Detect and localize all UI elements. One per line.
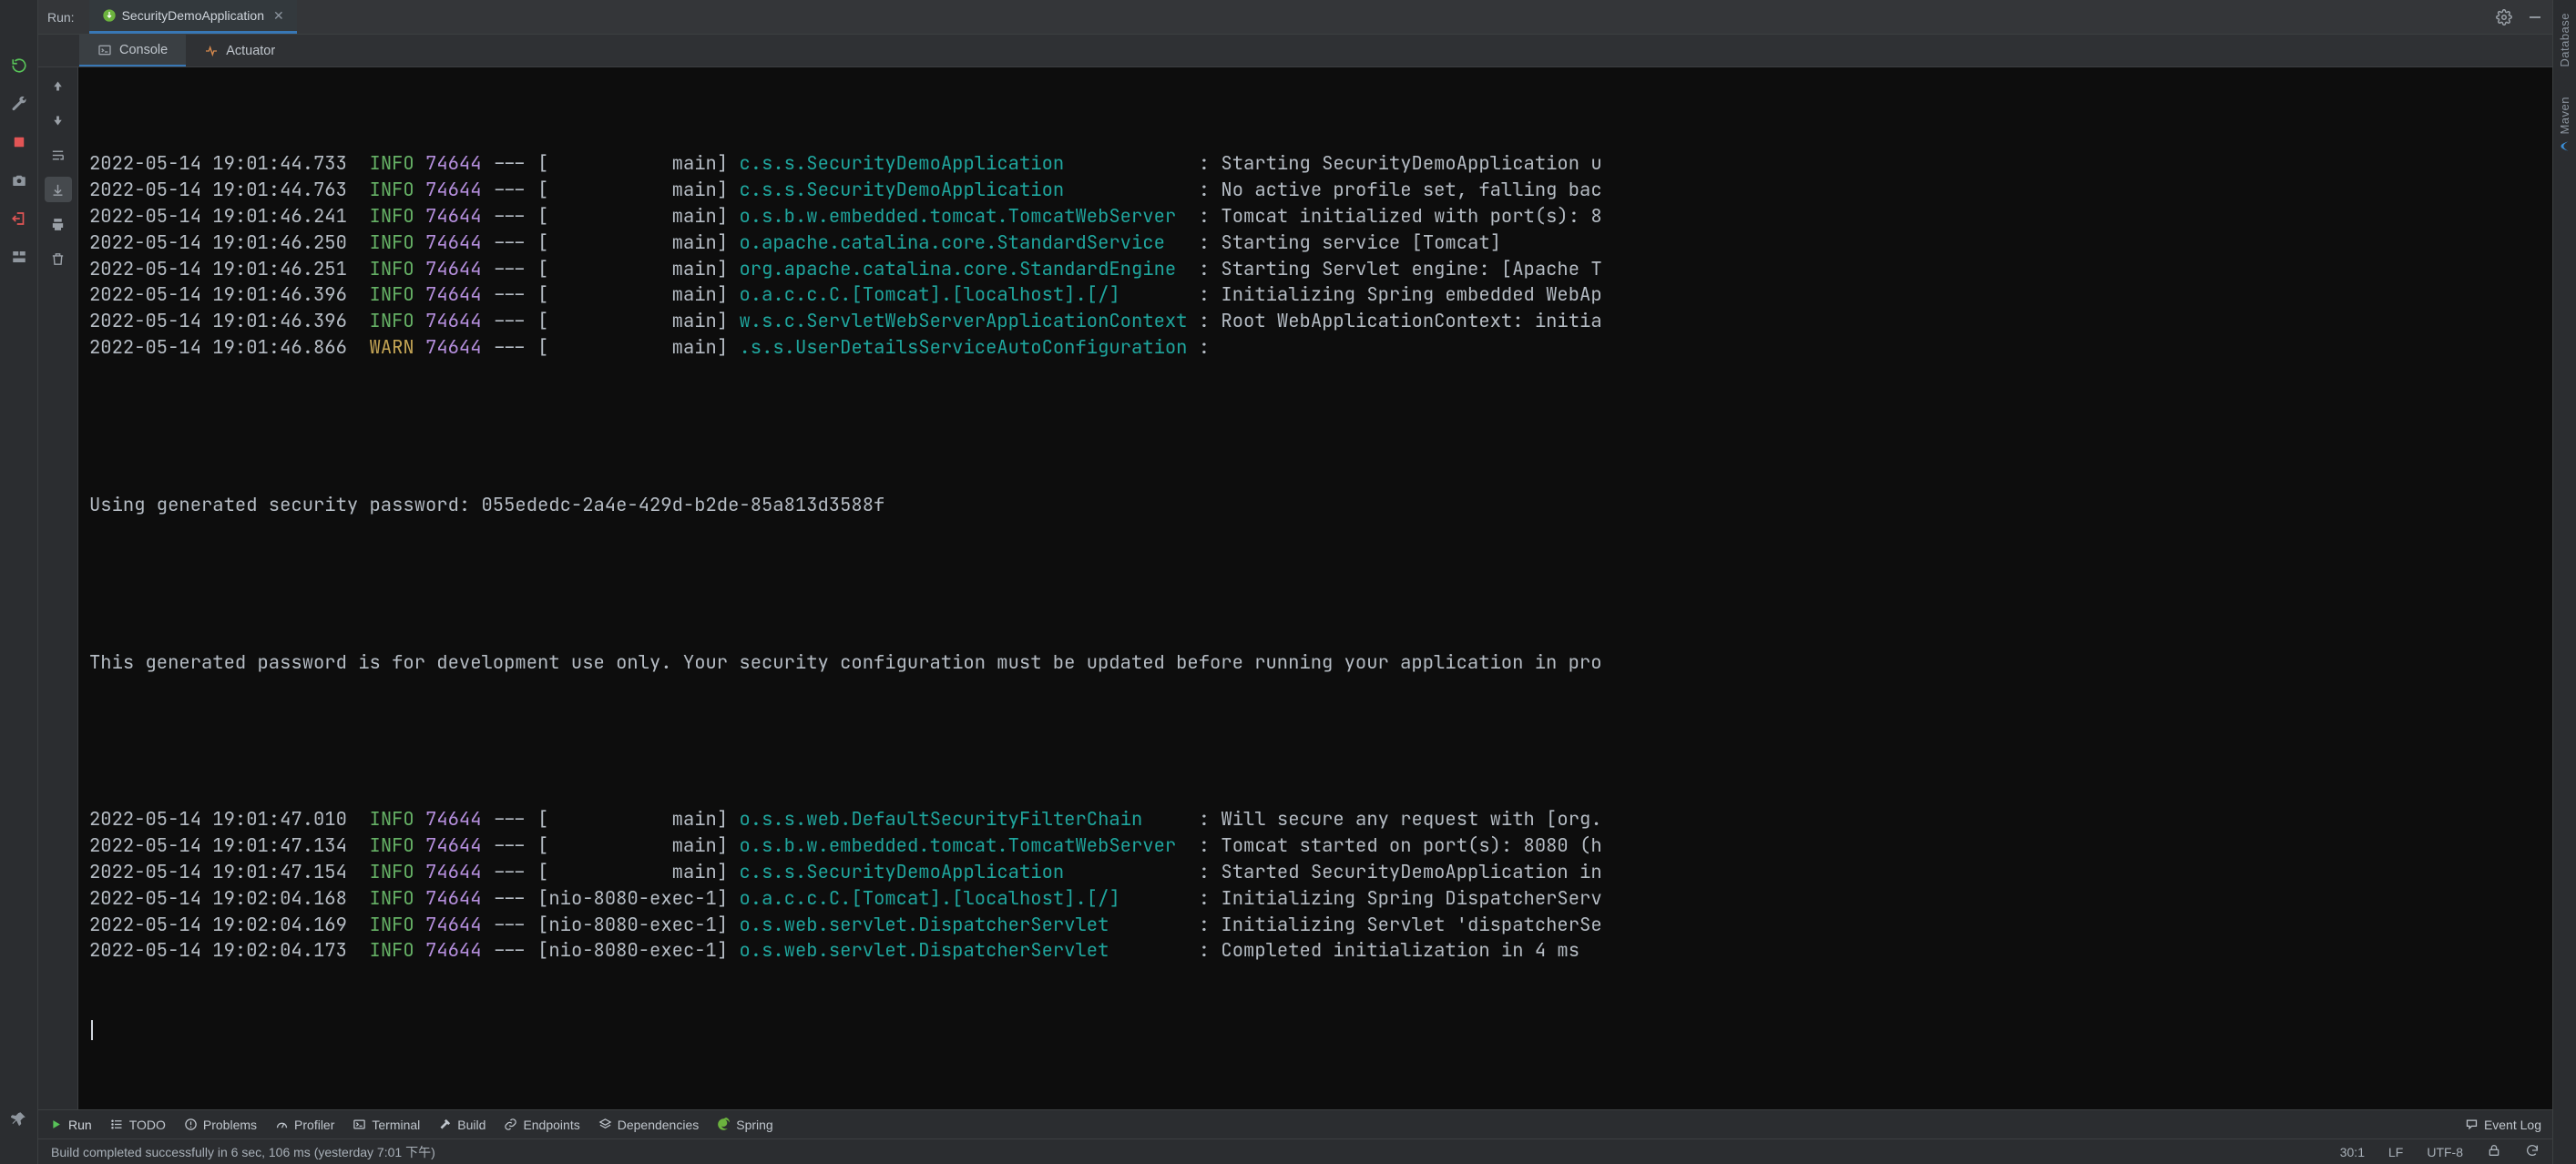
log-line: 2022-05-14 19:02:04.169 INFO 74644 --- [… — [89, 913, 2552, 939]
sidetab-database[interactable]: Database — [2556, 7, 2573, 73]
console-action-gutter — [38, 67, 78, 1109]
log-line: 2022-05-14 19:01:47.010 INFO 74644 --- [… — [89, 807, 2552, 833]
scroll-down-icon[interactable] — [45, 107, 72, 133]
bottom-toolwindow-bar: Run TODO Problems Profiler Terminal Buil… — [38, 1109, 2552, 1138]
log-line: 2022-05-14 19:02:04.168 INFO 74644 --- [… — [89, 886, 2552, 913]
toolwindow-profiler[interactable]: Profiler — [275, 1118, 334, 1132]
log-line: 2022-05-14 19:01:46.396 INFO 74644 --- [… — [89, 282, 2552, 309]
tab-console-label: Console — [119, 43, 168, 57]
run-toolbar: Run: SecurityDemoApplication ✕ — [38, 0, 2552, 35]
console-workarea: 2022-05-14 19:01:44.733 INFO 74644 --- [… — [38, 67, 2552, 1109]
line-separator[interactable]: LF — [2385, 1145, 2407, 1159]
spring-boot-icon — [102, 8, 117, 23]
run-config-name: SecurityDemoApplication — [122, 8, 264, 23]
layers-icon — [598, 1118, 612, 1131]
scroll-up-icon[interactable] — [45, 73, 72, 98]
output-tab-row: Console Actuator — [38, 35, 2552, 67]
log-line: 2022-05-14 19:01:46.396 INFO 74644 --- [… — [89, 309, 2552, 335]
warning-icon — [184, 1118, 198, 1131]
terminal-icon — [353, 1118, 366, 1131]
clear-icon[interactable] — [45, 246, 72, 271]
text-caret — [91, 1020, 93, 1040]
exit-icon[interactable] — [6, 206, 32, 231]
minimize-icon[interactable] — [2527, 9, 2543, 26]
status-message: Build completed successfully in 6 sec, 1… — [47, 1143, 439, 1161]
tab-actuator-label: Actuator — [226, 44, 275, 58]
link-icon — [504, 1118, 517, 1131]
camera-icon[interactable] — [6, 168, 32, 193]
log-line: 2022-05-14 19:01:46.251 INFO 74644 --- [… — [89, 257, 2552, 283]
tab-console[interactable]: Console — [79, 35, 186, 66]
right-tool-gutter: Database Maven — [2552, 0, 2576, 1164]
list-icon — [110, 1118, 124, 1131]
actuator-icon — [204, 44, 219, 58]
log-line: 2022-05-14 19:01:44.763 INFO 74644 --- [… — [89, 178, 2552, 204]
rerun-button[interactable] — [6, 53, 32, 78]
log-line: 2022-05-14 19:01:47.154 INFO 74644 --- [… — [89, 860, 2552, 886]
toolwindow-problems[interactable]: Problems — [184, 1118, 257, 1132]
gauge-icon — [275, 1118, 289, 1131]
wrench-icon[interactable] — [6, 91, 32, 117]
sidetab-maven[interactable]: Maven — [2556, 91, 2573, 158]
spring-icon — [717, 1118, 731, 1131]
hammer-icon — [438, 1118, 452, 1131]
run-label: Run: — [47, 10, 75, 25]
toolwindow-terminal[interactable]: Terminal — [353, 1118, 420, 1132]
scroll-to-end-icon[interactable] — [45, 177, 72, 202]
toolwindow-dependencies[interactable]: Dependencies — [598, 1118, 700, 1132]
pin-icon[interactable] — [6, 1106, 32, 1131]
event-log[interactable]: Event Log — [2465, 1118, 2541, 1132]
password-prefix: Using generated security password: — [89, 493, 482, 517]
caret-position[interactable]: 30:1 — [2336, 1145, 2368, 1159]
play-icon — [49, 1118, 63, 1131]
stop-button[interactable] — [6, 129, 32, 155]
log-line: 2022-05-14 19:01:46.866 WARN 74644 --- [… — [89, 335, 2552, 362]
toolwindow-endpoints[interactable]: Endpoints — [504, 1118, 579, 1132]
settings-icon[interactable] — [2496, 9, 2512, 26]
soft-wrap-icon[interactable] — [45, 142, 72, 168]
print-icon[interactable] — [45, 211, 72, 237]
layout-icon[interactable] — [6, 244, 32, 270]
file-encoding[interactable]: UTF-8 — [2423, 1145, 2467, 1159]
log-line: 2022-05-14 19:01:44.733 INFO 74644 --- [… — [89, 151, 2552, 178]
dev-notice-line: This generated password is for developme… — [89, 650, 2552, 677]
balloon-icon — [2465, 1118, 2479, 1131]
toolwindow-spring[interactable]: Spring — [717, 1118, 772, 1132]
toolwindow-run[interactable]: Run — [49, 1118, 92, 1132]
run-toolbar-actions — [2496, 9, 2543, 26]
console-icon — [97, 43, 112, 57]
run-configuration-tab[interactable]: SecurityDemoApplication ✕ — [89, 0, 297, 34]
console-output[interactable]: 2022-05-14 19:01:44.733 INFO 74644 --- [… — [78, 67, 2552, 1109]
toolwindow-todo[interactable]: TODO — [110, 1118, 166, 1132]
close-tab-icon[interactable]: ✕ — [273, 8, 284, 24]
log-line: 2022-05-14 19:02:04.173 INFO 74644 --- [… — [89, 938, 2552, 965]
sync-icon[interactable] — [2521, 1143, 2543, 1160]
log-line: 2022-05-14 19:01:46.241 INFO 74644 --- [… — [89, 204, 2552, 230]
toolwindow-build[interactable]: Build — [438, 1118, 486, 1132]
left-tool-gutter — [0, 0, 38, 1164]
log-line: 2022-05-14 19:01:47.134 INFO 74644 --- [… — [89, 833, 2552, 860]
main-column: Run: SecurityDemoApplication ✕ Console A… — [38, 0, 2552, 1164]
log-line: 2022-05-14 19:01:46.250 INFO 74644 --- [… — [89, 230, 2552, 257]
maven-icon — [2559, 139, 2571, 152]
lock-icon[interactable] — [2483, 1143, 2505, 1160]
status-bar: Build completed successfully in 6 sec, 1… — [38, 1138, 2552, 1164]
tab-actuator[interactable]: Actuator — [186, 35, 293, 66]
generated-password: 055ededc-2a4e-429d-b2de-85a813d3588f — [482, 493, 885, 517]
